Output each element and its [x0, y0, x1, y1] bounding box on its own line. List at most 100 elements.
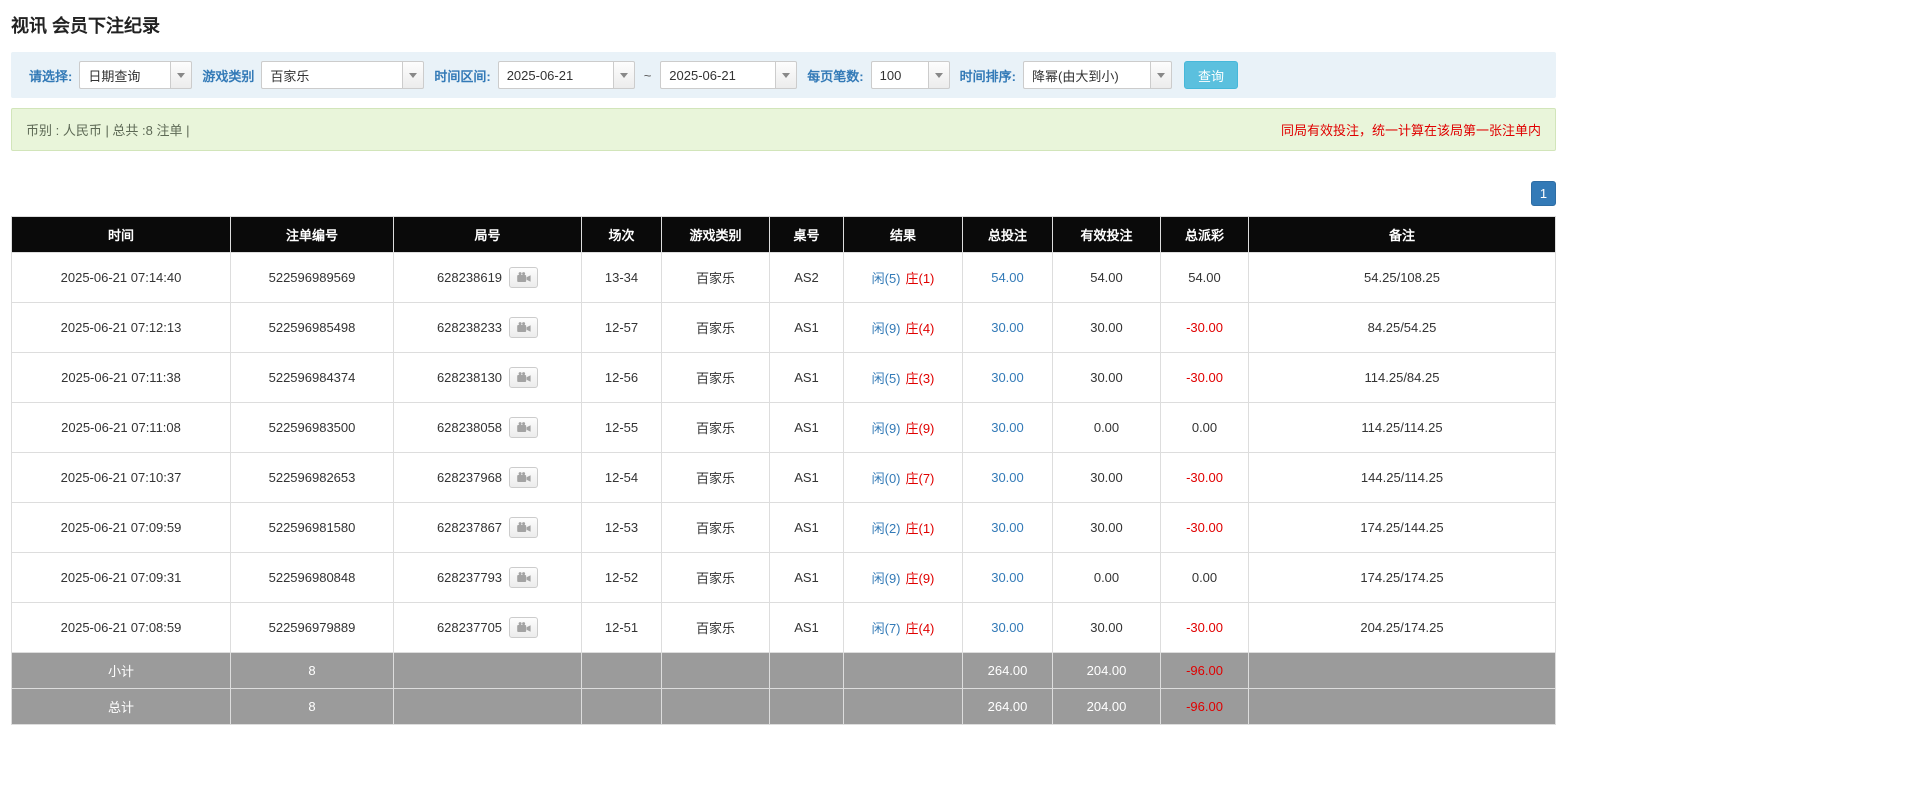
cell-session: 12-53	[582, 503, 662, 553]
total-bet-link[interactable]: 30.00	[991, 470, 1024, 485]
round-number: 628238233	[437, 320, 502, 335]
result-banker: 庄(9)	[906, 571, 935, 586]
video-replay-button[interactable]	[509, 417, 538, 438]
round-number: 628237867	[437, 520, 502, 535]
chevron-down-icon[interactable]	[775, 61, 797, 89]
sort-group: 时间排序: 降幂(由大到小)	[960, 61, 1172, 89]
total-bet-link[interactable]: 30.00	[991, 570, 1024, 585]
video-camera-icon	[517, 322, 531, 333]
cell-bet-id: 522596983500	[231, 403, 394, 453]
total-bet-link[interactable]: 30.00	[991, 620, 1024, 635]
cell-session: 12-57	[582, 303, 662, 353]
result-banker: 庄(7)	[906, 471, 935, 486]
table-row: 2025-06-21 07:09:59 522596981580 6282378…	[12, 503, 1556, 553]
round-number: 628238130	[437, 370, 502, 385]
page-size-group: 每页笔数: 100	[807, 61, 949, 89]
cell-session: 13-34	[582, 253, 662, 303]
video-replay-button[interactable]	[509, 467, 538, 488]
cell-session: 12-56	[582, 353, 662, 403]
subtotal-total-bet: 264.00	[963, 653, 1053, 689]
valid-bet-notice: 同局有效投注，统一计算在该局第一张注单内	[1281, 120, 1541, 139]
result-player: 闲(7)	[872, 621, 901, 636]
cell-payout: -30.00	[1161, 303, 1249, 353]
cell-result: 闲(5) 庄(1)	[844, 253, 963, 303]
search-button[interactable]: 查询	[1184, 61, 1238, 89]
chevron-down-icon[interactable]	[1150, 61, 1172, 89]
cell-result: 闲(9)庄(9)	[844, 403, 963, 453]
page-button-1[interactable]: 1	[1531, 181, 1556, 206]
subtotal-valid-bet: 204.00	[1053, 653, 1161, 689]
page-size-select[interactable]: 100	[871, 61, 950, 89]
video-replay-button[interactable]	[509, 317, 538, 338]
table-header-row: 时间注单编号局号场次游戏类别桌号结果总投注有效投注总派彩备注	[12, 217, 1556, 253]
total-bet-link[interactable]: 30.00	[991, 420, 1024, 435]
cell-valid-bet: 30.00	[1053, 603, 1161, 653]
currency-total-summary: 币别 : 人民币 | 总共 :8 注单 |	[26, 120, 190, 139]
pagination: 1	[11, 181, 1556, 206]
cell-total-bet: 30.00	[963, 603, 1053, 653]
cell-session: 12-52	[582, 553, 662, 603]
empty-cell	[662, 689, 770, 725]
total-bet-link[interactable]: 30.00	[991, 520, 1024, 535]
result-banker: 庄(1)	[906, 271, 935, 286]
cell-remark: 114.25/84.25	[1249, 353, 1556, 403]
column-header: 时间	[12, 217, 231, 253]
cell-payout: 0.00	[1161, 403, 1249, 453]
cell-total-bet: 30.00	[963, 403, 1053, 453]
chevron-down-icon[interactable]	[928, 61, 950, 89]
result-player: 闲(2)	[872, 521, 901, 536]
game-type-value: 百家乐	[261, 61, 403, 89]
result-player: 闲(9)	[872, 321, 901, 336]
game-type-select[interactable]: 百家乐	[261, 61, 424, 89]
query-type-select[interactable]: 日期查询	[79, 61, 192, 89]
video-camera-icon	[517, 472, 531, 483]
cell-bet-id: 522596989569	[231, 253, 394, 303]
video-replay-button[interactable]	[509, 367, 538, 388]
column-header: 总投注	[963, 217, 1053, 253]
page-container: 视讯 会员下注纪录 请选择: 日期查询 游戏类别 百家乐 时间区间: 2025-…	[11, 0, 1556, 725]
cell-valid-bet: 30.00	[1053, 303, 1161, 353]
bet-records-table: 时间注单编号局号场次游戏类别桌号结果总投注有效投注总派彩备注 2025-06-2…	[11, 216, 1556, 725]
total-bet-link[interactable]: 30.00	[991, 320, 1024, 335]
total-bet-link[interactable]: 30.00	[991, 370, 1024, 385]
result-player: 闲(5)	[872, 271, 901, 286]
cell-time: 2025-06-21 07:11:38	[12, 353, 231, 403]
cell-payout: -30.00	[1161, 503, 1249, 553]
total-bet-link[interactable]: 54.00	[991, 270, 1024, 285]
video-camera-icon	[517, 572, 531, 583]
video-replay-button[interactable]	[509, 517, 538, 538]
cell-result: 闲(0)庄(7)	[844, 453, 963, 503]
chevron-down-icon[interactable]	[402, 61, 424, 89]
video-replay-button[interactable]	[509, 617, 538, 638]
cell-result: 闲(5)庄(3)	[844, 353, 963, 403]
date-to-input[interactable]: 2025-06-21	[660, 61, 797, 89]
empty-cell	[770, 653, 844, 689]
filter-bar: 请选择: 日期查询 游戏类别 百家乐 时间区间: 2025-06-21 ~ 20…	[11, 52, 1556, 98]
table-row: 2025-06-21 07:08:59 522596979889 6282377…	[12, 603, 1556, 653]
table-row: 2025-06-21 07:11:08 522596983500 6282380…	[12, 403, 1556, 453]
video-replay-button[interactable]	[509, 567, 538, 588]
cell-game-type: 百家乐	[662, 603, 770, 653]
date-from-input[interactable]: 2025-06-21	[498, 61, 635, 89]
result-banker: 庄(4)	[906, 621, 935, 636]
page-title: 视讯 会员下注纪录	[11, 12, 1556, 38]
result-player: 闲(9)	[872, 421, 901, 436]
column-header: 注单编号	[231, 217, 394, 253]
chevron-down-icon[interactable]	[170, 61, 192, 89]
video-replay-button[interactable]	[509, 267, 538, 288]
result-banker: 庄(4)	[906, 321, 935, 336]
cell-valid-bet: 30.00	[1053, 503, 1161, 553]
round-number: 628237968	[437, 470, 502, 485]
cell-table-no: AS2	[770, 253, 844, 303]
cell-total-bet: 30.00	[963, 303, 1053, 353]
cell-bet-id: 522596982653	[231, 453, 394, 503]
cell-game-type: 百家乐	[662, 303, 770, 353]
query-type-group: 请选择: 日期查询	[29, 61, 192, 89]
sort-select[interactable]: 降幂(由大到小)	[1023, 61, 1172, 89]
cell-game-type: 百家乐	[662, 453, 770, 503]
time-range-label: 时间区间:	[434, 66, 490, 85]
cell-valid-bet: 30.00	[1053, 353, 1161, 403]
video-camera-icon	[517, 422, 531, 433]
chevron-down-icon[interactable]	[613, 61, 635, 89]
total-count: 8	[231, 689, 394, 725]
